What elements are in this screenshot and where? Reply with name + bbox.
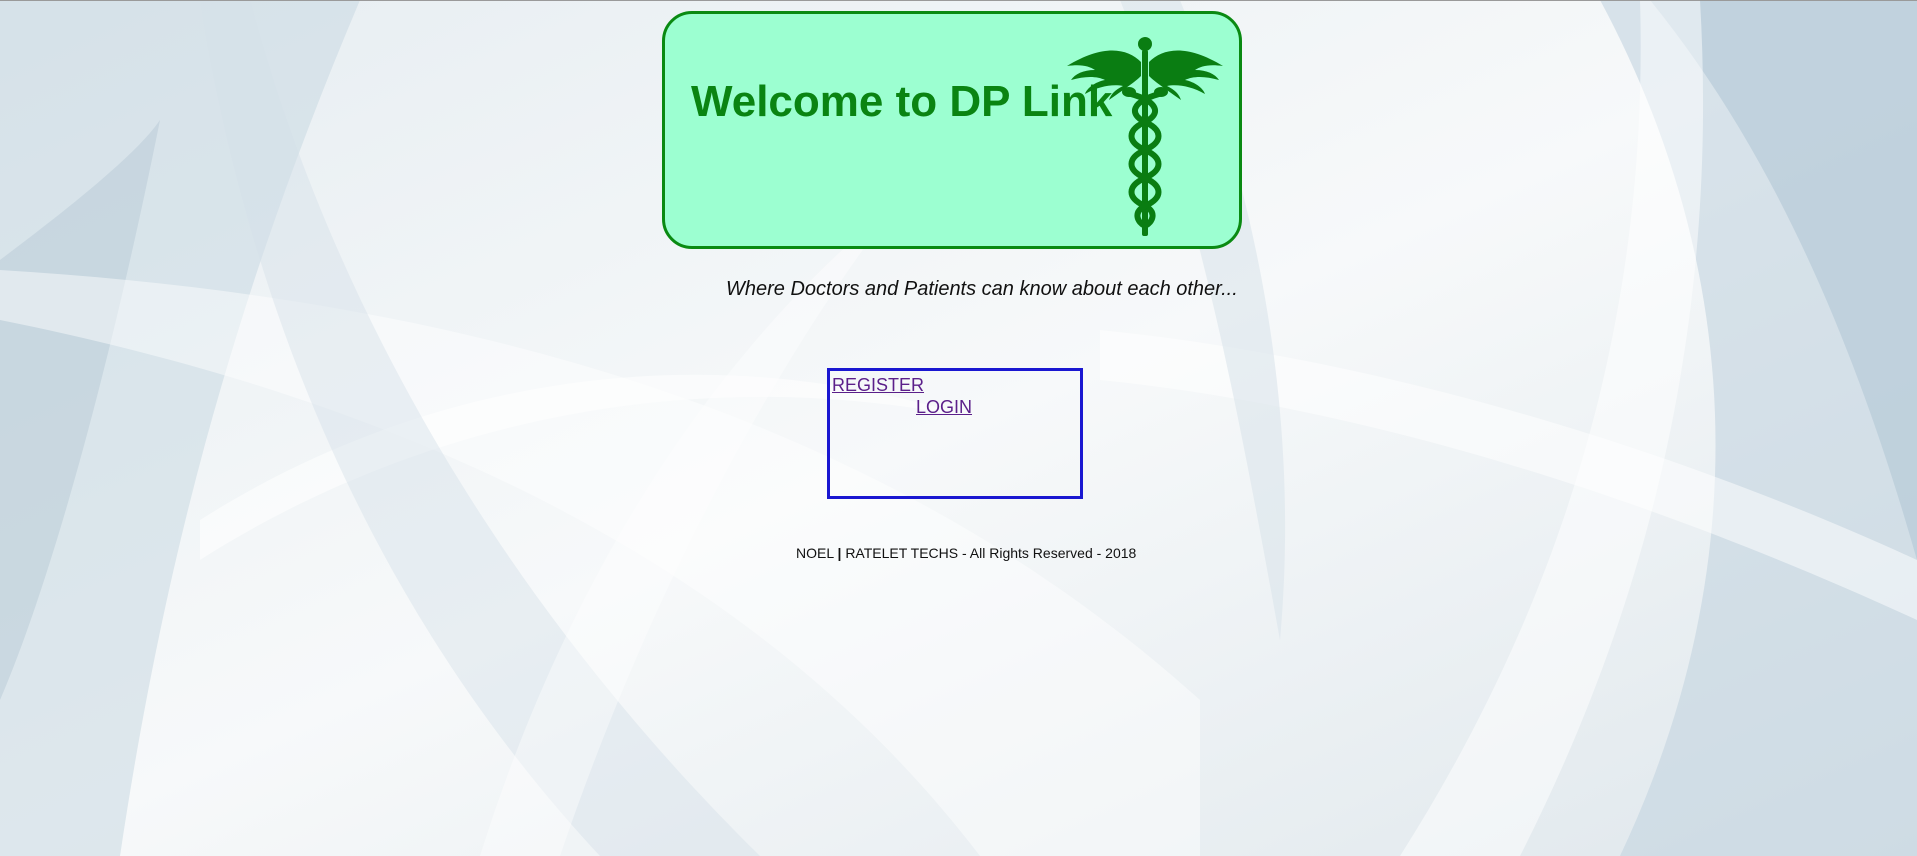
register-link[interactable]: REGISTER bbox=[832, 374, 924, 396]
footer: NOEL | RATELET TECHS - All Rights Reserv… bbox=[796, 544, 1136, 562]
banner-title: Welcome to DP Link bbox=[691, 77, 1113, 126]
top-border-line bbox=[0, 0, 1917, 1]
footer-separator: | bbox=[837, 545, 842, 561]
footer-rights: RATELET TECHS - All Rights Reserved - 20… bbox=[845, 545, 1137, 561]
welcome-banner: Welcome to DP Link bbox=[662, 11, 1242, 249]
tagline: Where Doctors and Patients can know abou… bbox=[726, 278, 1238, 300]
caduceus-icon bbox=[1067, 37, 1223, 236]
auth-links-box: REGISTER LOGIN bbox=[827, 368, 1083, 499]
footer-owner: NOEL bbox=[796, 545, 834, 561]
login-link[interactable]: LOGIN bbox=[916, 396, 972, 418]
